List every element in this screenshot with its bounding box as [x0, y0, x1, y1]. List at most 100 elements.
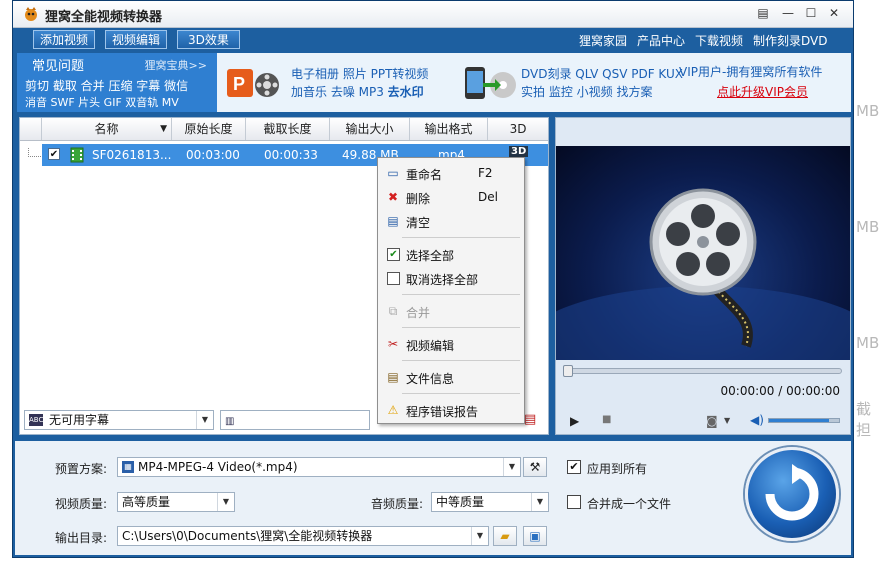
link-make-dvd[interactable]: 制作刻录DVD: [753, 32, 827, 49]
chevron-down-icon[interactable]: ▼: [503, 458, 520, 476]
video-quality-select[interactable]: 高等质量 ▼: [117, 492, 235, 512]
menu-item-rename[interactable]: ▭ 重命名 F2: [380, 162, 522, 184]
menu-item-label: 程序错误报告: [406, 405, 479, 419]
promo2-line2[interactable]: 实拍 监控 小视频 找方案: [521, 83, 652, 100]
checkbox-empty-icon: [387, 272, 400, 285]
stop-icon[interactable]: ■: [602, 414, 611, 425]
dvd-phone-icon: [465, 67, 516, 99]
convert-button[interactable]: [745, 447, 839, 541]
subtitle-icon: ABC: [29, 414, 44, 426]
seek-handle[interactable]: [563, 365, 573, 377]
context-menu: ▭ 重命名 F2 ✖ 删除 Del ▤ 清空 ✔ 选择全部 取消选择全部 ⧉ 合…: [377, 157, 525, 424]
vip-info[interactable]: VIP用户-拥有狸窝所有软件: [679, 63, 822, 80]
chevron-down-icon[interactable]: ▼: [217, 493, 234, 511]
menu-separator: [402, 237, 520, 238]
faq-panel: 常见问题 狸窝宝典>> 剪切 截取 合并 压缩 字幕 微信 消音 SWF 片头 …: [17, 53, 217, 112]
preset-select[interactable]: ▦ MP4-MPEG-4 Video(*.mp4) ▼: [117, 457, 521, 477]
settings-panel: 预置方案: ▦ MP4-MPEG-4 Video(*.mp4) ▼ ⚒ ✔ 应用…: [15, 441, 851, 555]
file-list-header: 名称 ▼ 原始长度 截取长度 输出大小 输出格式 3D: [20, 118, 548, 141]
clear-icon: ▤: [387, 214, 399, 228]
column-output-format[interactable]: 输出格式: [410, 118, 488, 140]
warning-icon: ⚠: [387, 403, 399, 417]
close-button[interactable]: ✕: [825, 5, 843, 21]
subtitle-select-value: 无可用字幕: [49, 413, 110, 427]
merge-one-label[interactable]: 合并成一个文件: [587, 495, 671, 512]
menu-item-shortcut: Del: [478, 190, 498, 204]
promo2-line1[interactable]: DVD刻录 QLV QSV PDF KUX: [521, 65, 683, 82]
column-3d[interactable]: 3D: [488, 118, 548, 140]
video-file-icon: [70, 147, 84, 163]
ppt-to-video-icon: P: [227, 69, 279, 97]
menu-item-clear[interactable]: ▤ 清空: [380, 210, 522, 232]
cell-original-length: 00:03:00: [186, 148, 240, 162]
faq-more-link[interactable]: 狸窝宝典>>: [145, 57, 207, 73]
play-icon[interactable]: ▶: [570, 414, 579, 428]
volume-icon[interactable]: ◀): [750, 413, 764, 427]
audio-quality-value: 中等质量: [436, 495, 485, 509]
delete-x-icon: ✖: [387, 190, 399, 204]
link-download-video[interactable]: 下载视频: [695, 32, 743, 49]
menu-item-error-report[interactable]: ⚠ 程序错误报告: [380, 399, 522, 421]
faq-links-line2[interactable]: 消音 SWF 片头 GIF 双音轨 MV: [25, 94, 179, 110]
video-edit-button[interactable]: 视频编辑: [105, 30, 168, 49]
promo-banner: 常见问题 狸窝宝典>> 剪切 截取 合并 压缩 字幕 微信 消音 SWF 片头 …: [17, 53, 851, 112]
volume-slider[interactable]: [768, 418, 840, 423]
menu-item-label: 选择全部: [406, 249, 455, 263]
column-clip-length[interactable]: 截取长度: [246, 118, 330, 140]
audio-track-icon: ▥: [225, 416, 235, 427]
apply-all-label[interactable]: 应用到所有: [587, 460, 647, 477]
promo1-watermark-link[interactable]: 去水印: [388, 85, 424, 99]
faq-links-line1[interactable]: 剪切 截取 合并 压缩 字幕 微信: [25, 77, 188, 94]
preview-panel: 00:00:00 / 00:00:00 ▶ ■ ◙ ▼ ◀): [555, 117, 851, 435]
vip-upgrade-link[interactable]: 点此升级VIP会员: [717, 83, 808, 100]
camera-dropdown-icon[interactable]: ▼: [724, 416, 730, 425]
minimize-button[interactable]: —: [779, 5, 797, 21]
promo1-line2-text[interactable]: 加音乐 去噪 MP3: [291, 85, 388, 99]
3d-effect-button[interactable]: 3D效果: [177, 30, 240, 49]
menu-item-label: 取消选择全部: [406, 273, 479, 287]
cell-clip-length: 00:00:33: [264, 148, 318, 162]
promo1-line2[interactable]: 加音乐 去噪 MP3 去水印: [291, 83, 424, 100]
audio-track-select[interactable]: ▥: [220, 410, 370, 430]
add-video-button[interactable]: 添加视频: [33, 30, 96, 49]
apply-all-checkbox[interactable]: ✔: [567, 460, 581, 474]
column-output-size[interactable]: 输出大小: [330, 118, 410, 140]
menu-item-deselect-all[interactable]: 取消选择全部: [380, 267, 522, 289]
chevron-down-icon[interactable]: ▼: [196, 411, 213, 429]
notepad-icon: ▤: [387, 370, 399, 384]
faq-title[interactable]: 常见问题: [32, 55, 84, 74]
menu-item-select-all[interactable]: ✔ 选择全部: [380, 243, 522, 265]
preset-settings-button[interactable]: ⚒: [523, 457, 547, 477]
title-bar: 狸窝全能视频转换器 ▤ — ☐ ✕: [13, 1, 853, 28]
chevron-down-icon[interactable]: ▼: [471, 527, 488, 545]
menu-button[interactable]: ▤: [754, 5, 772, 21]
sort-dropdown-icon[interactable]: ▼: [160, 118, 167, 140]
open-folder-button[interactable]: ▣: [523, 526, 547, 546]
menu-item-video-edit[interactable]: ✂ 视频编辑: [380, 333, 522, 355]
camera-icon[interactable]: ◙: [706, 414, 718, 428]
link-product-center[interactable]: 产品中心: [637, 32, 685, 49]
merge-one-checkbox[interactable]: [567, 495, 581, 509]
film-reel-icon: [556, 188, 850, 360]
column-name[interactable]: 名称 ▼: [42, 118, 172, 140]
cell-name: SF0261813...: [92, 148, 172, 162]
subtitle-select[interactable]: ABC 无可用字幕 ▼: [24, 410, 214, 430]
audio-quality-select[interactable]: 中等质量 ▼: [431, 492, 549, 512]
browse-folder-button[interactable]: ▰: [493, 526, 517, 546]
row-checkbox[interactable]: ✔: [48, 148, 60, 160]
clear-list-icon[interactable]: ▤: [524, 412, 536, 427]
seek-bar[interactable]: [563, 365, 842, 377]
promo1-line1[interactable]: 电子相册 照片 PPT转视频: [291, 65, 428, 82]
header-spacer: [20, 118, 42, 140]
output-dir-select[interactable]: C:\Users\0\Documents\狸窝\全能视频转换器 ▼: [117, 526, 489, 546]
svg-text:P: P: [233, 74, 245, 94]
maximize-button[interactable]: ☐: [802, 5, 820, 21]
cell-3d-badge[interactable]: 3D: [509, 146, 529, 157]
menu-item-file-info[interactable]: ▤ 文件信息: [380, 366, 522, 388]
column-original-length[interactable]: 原始长度: [172, 118, 246, 140]
link-liwo-home[interactable]: 狸窝家园: [579, 32, 627, 49]
preset-value: MP4-MPEG-4 Video(*.mp4): [138, 460, 298, 474]
menu-item-delete[interactable]: ✖ 删除 Del: [380, 186, 522, 208]
chevron-down-icon[interactable]: ▼: [531, 493, 548, 511]
bg-fragment-3: MB: [856, 334, 880, 352]
